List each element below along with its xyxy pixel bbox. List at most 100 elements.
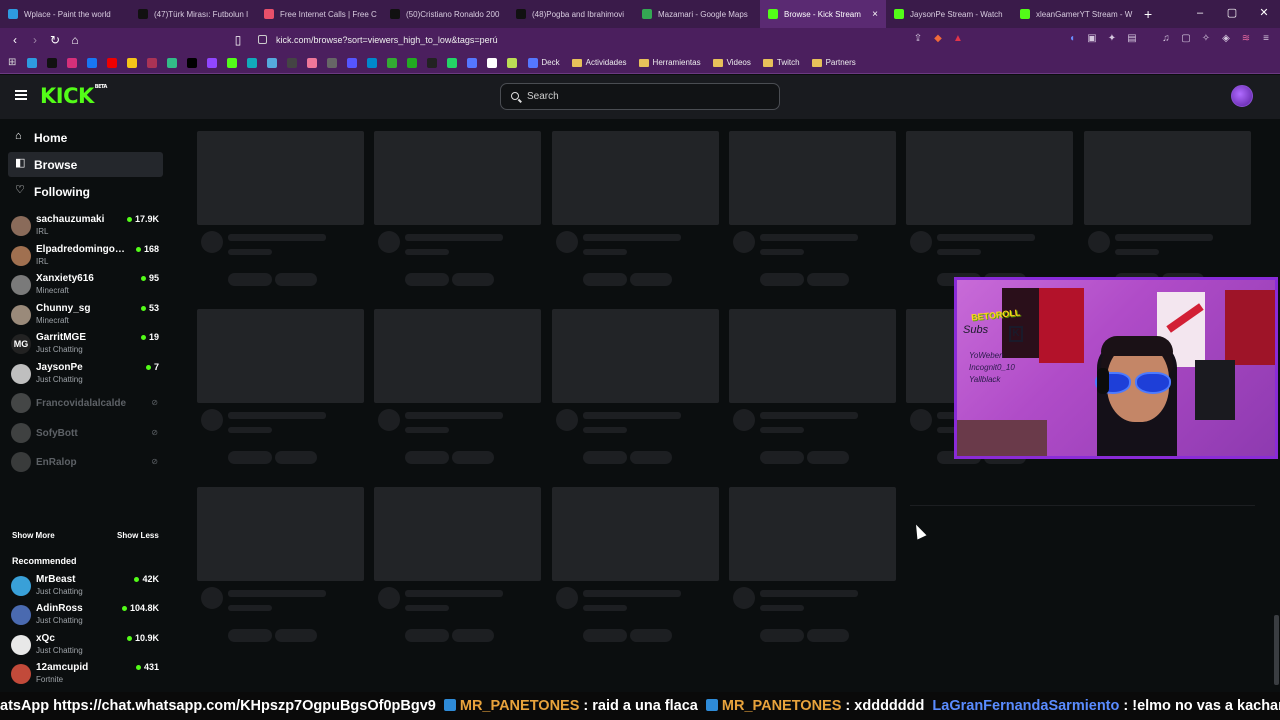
instagram-icon[interactable] (67, 57, 78, 68)
bookmark-icon[interactable] (127, 57, 138, 68)
tiktok-icon[interactable] (47, 57, 58, 68)
share-icon[interactable]: ⇪ (910, 31, 926, 47)
bookmark-folder-twitch[interactable]: Twitch (762, 58, 800, 67)
stream-card-skeleton[interactable] (197, 487, 364, 642)
bookmark-icon[interactable] (27, 57, 38, 68)
stream-card-skeleton[interactable] (552, 131, 719, 286)
site-info-icon[interactable] (258, 35, 267, 44)
offline-channel-item[interactable]: Francovidalalcalde ⊘ (10, 389, 160, 417)
music-icon[interactable]: ♫ (1158, 31, 1174, 47)
browser-tab[interactable]: (47)Türk Mirası: Futbolun I (130, 0, 256, 28)
stream-card-skeleton[interactable] (197, 309, 364, 464)
browser-tab[interactable]: Free Internet Calls | Free C (256, 0, 382, 28)
stream-card-skeleton[interactable] (729, 487, 896, 642)
stream-card-skeleton[interactable] (374, 131, 541, 286)
bookmark-icon[interactable] (167, 57, 178, 68)
youtube-icon[interactable] (107, 57, 118, 68)
vpn-icon[interactable]: ◈ (1218, 31, 1234, 47)
bookmark-icon[interactable] (387, 57, 398, 68)
new-tab-button[interactable]: + (1144, 6, 1152, 22)
browser-tab[interactable]: Wplace - Paint the world (0, 0, 130, 28)
bookmark-icon[interactable] (147, 57, 158, 68)
rewards-icon[interactable]: ▲ (950, 31, 966, 47)
offline-channel-item[interactable]: SofyBott ⊘ (10, 419, 160, 447)
channel-item[interactable]: JaysonPe Just Chatting 7 (10, 360, 160, 388)
forward-icon[interactable]: › (25, 33, 45, 47)
bookmark-folder-videos[interactable]: Videos (712, 58, 751, 67)
channel-item[interactable]: MrBeast Just Chatting 42K (10, 572, 160, 600)
stream-card-skeleton[interactable] (1084, 131, 1251, 286)
bookmark-folder-partners[interactable]: Partners (811, 58, 856, 67)
maximize-icon[interactable]: ▢ (1216, 0, 1248, 28)
channel-item[interactable]: 12amcupid Fortnite 431 (10, 660, 160, 687)
extensions-icon[interactable]: ✦ (1104, 31, 1120, 47)
channel-item[interactable]: ElpadredomingoOf... IRL 168 (10, 242, 160, 270)
show-less-button[interactable]: Show Less (117, 531, 159, 540)
hamburger-menu-icon[interactable] (15, 90, 27, 100)
home-icon[interactable]: ⌂ (65, 33, 85, 47)
channel-item[interactable]: sachauzumaki IRL 17.9K (10, 212, 160, 240)
stream-card-skeleton[interactable] (197, 131, 364, 286)
channel-item[interactable]: xQc Just Chatting 10.9K (10, 631, 160, 659)
stream-card-skeleton[interactable] (729, 309, 896, 464)
minimize-icon[interactable]: – (1184, 0, 1216, 28)
browser-tab[interactable]: (48)Pogba and Ibrahimovi (508, 0, 634, 28)
bookmark-icon[interactable] (247, 57, 258, 68)
extension-icon-1[interactable]: ◖ (1064, 31, 1080, 47)
stream-card-skeleton[interactable] (374, 309, 541, 464)
kick-logo[interactable]: KICKBETA (40, 84, 107, 108)
kick-icon[interactable] (227, 57, 238, 68)
channel-item[interactable]: Xanxiety616 Minecraft 95 (10, 271, 160, 299)
reload-icon[interactable]: ↻ (45, 33, 65, 47)
bookmark-icon[interactable] (507, 57, 518, 68)
nav-browse[interactable]: ◧ Browse (8, 152, 163, 177)
page-scrollbar[interactable] (1274, 615, 1279, 685)
close-window-icon[interactable]: ✕ (1248, 0, 1280, 28)
bookmark-folder-actividades[interactable]: Actividades (571, 58, 627, 67)
bookmark-icon[interactable] (267, 57, 278, 68)
channel-item[interactable]: Chunny_sg Minecraft 53 (10, 301, 160, 329)
bookmark-deck[interactable]: Deck (528, 57, 560, 68)
bookmark-icon[interactable] (467, 57, 478, 68)
address-bar[interactable]: kick.com/browse?sort=viewers_high_to_low… (250, 30, 970, 50)
brave-shield-icon[interactable]: ◆ (930, 31, 946, 47)
channel-item[interactable]: MG GarritMGE Just Chatting 19 (10, 330, 160, 358)
browser-tab[interactable]: xleanGamerYT Stream - W (1012, 0, 1138, 28)
user-avatar[interactable] (1231, 85, 1253, 107)
close-tab-icon[interactable]: × (872, 9, 878, 20)
browser-tab[interactable]: JaysonPe Stream - Watch (886, 0, 1012, 28)
whatsapp-icon[interactable] (447, 57, 458, 68)
browser-tab[interactable]: (50)Cristiano Ronaldo 200 (382, 0, 508, 28)
stream-card-skeleton[interactable] (374, 487, 541, 642)
search-bar[interactable] (500, 83, 780, 110)
stream-card-skeleton[interactable] (552, 487, 719, 642)
extension-icon-2[interactable]: ▣ (1084, 31, 1100, 47)
bookmark-icon[interactable] (347, 57, 358, 68)
bookmark-icon[interactable] (407, 57, 418, 68)
stream-card-skeleton[interactable] (729, 131, 896, 286)
bookmark-page-icon[interactable]: ▯ (228, 33, 248, 47)
menu-icon[interactable]: ≡ (1258, 31, 1274, 47)
back-icon[interactable]: ‹ (5, 33, 25, 47)
leo-icon[interactable]: ✧ (1198, 31, 1214, 47)
bookmark-icon[interactable] (327, 57, 338, 68)
bookmark-folder-herramientas[interactable]: Herramientas (638, 58, 701, 67)
extension-icon-4[interactable]: ≋ (1238, 31, 1254, 47)
nav-home[interactable]: ⌂ Home (8, 125, 163, 150)
bookmark-icon[interactable] (307, 57, 318, 68)
channel-item[interactable]: AdinRoss Just Chatting 104.8K (10, 601, 160, 629)
offline-channel-item[interactable]: EnRalop ⊘ (10, 448, 160, 476)
bookmark-icon[interactable] (427, 57, 438, 68)
x-icon[interactable] (187, 57, 198, 68)
bookmark-icon[interactable] (367, 57, 378, 68)
apps-icon[interactable]: ⊞ (8, 57, 16, 68)
browser-tab[interactable]: Browse - Kick Stream × (760, 0, 886, 28)
stream-card-skeleton[interactable] (906, 131, 1073, 286)
twitch-icon[interactable] (207, 57, 218, 68)
nav-following[interactable]: ♡ Following (8, 179, 163, 204)
show-more-button[interactable]: Show More (12, 531, 55, 540)
extension-icon-3[interactable]: ▤ (1124, 31, 1140, 47)
bookmark-icon[interactable] (487, 57, 498, 68)
browser-tab[interactable]: Mazamari - Google Maps (634, 0, 760, 28)
facebook-icon[interactable] (87, 57, 98, 68)
